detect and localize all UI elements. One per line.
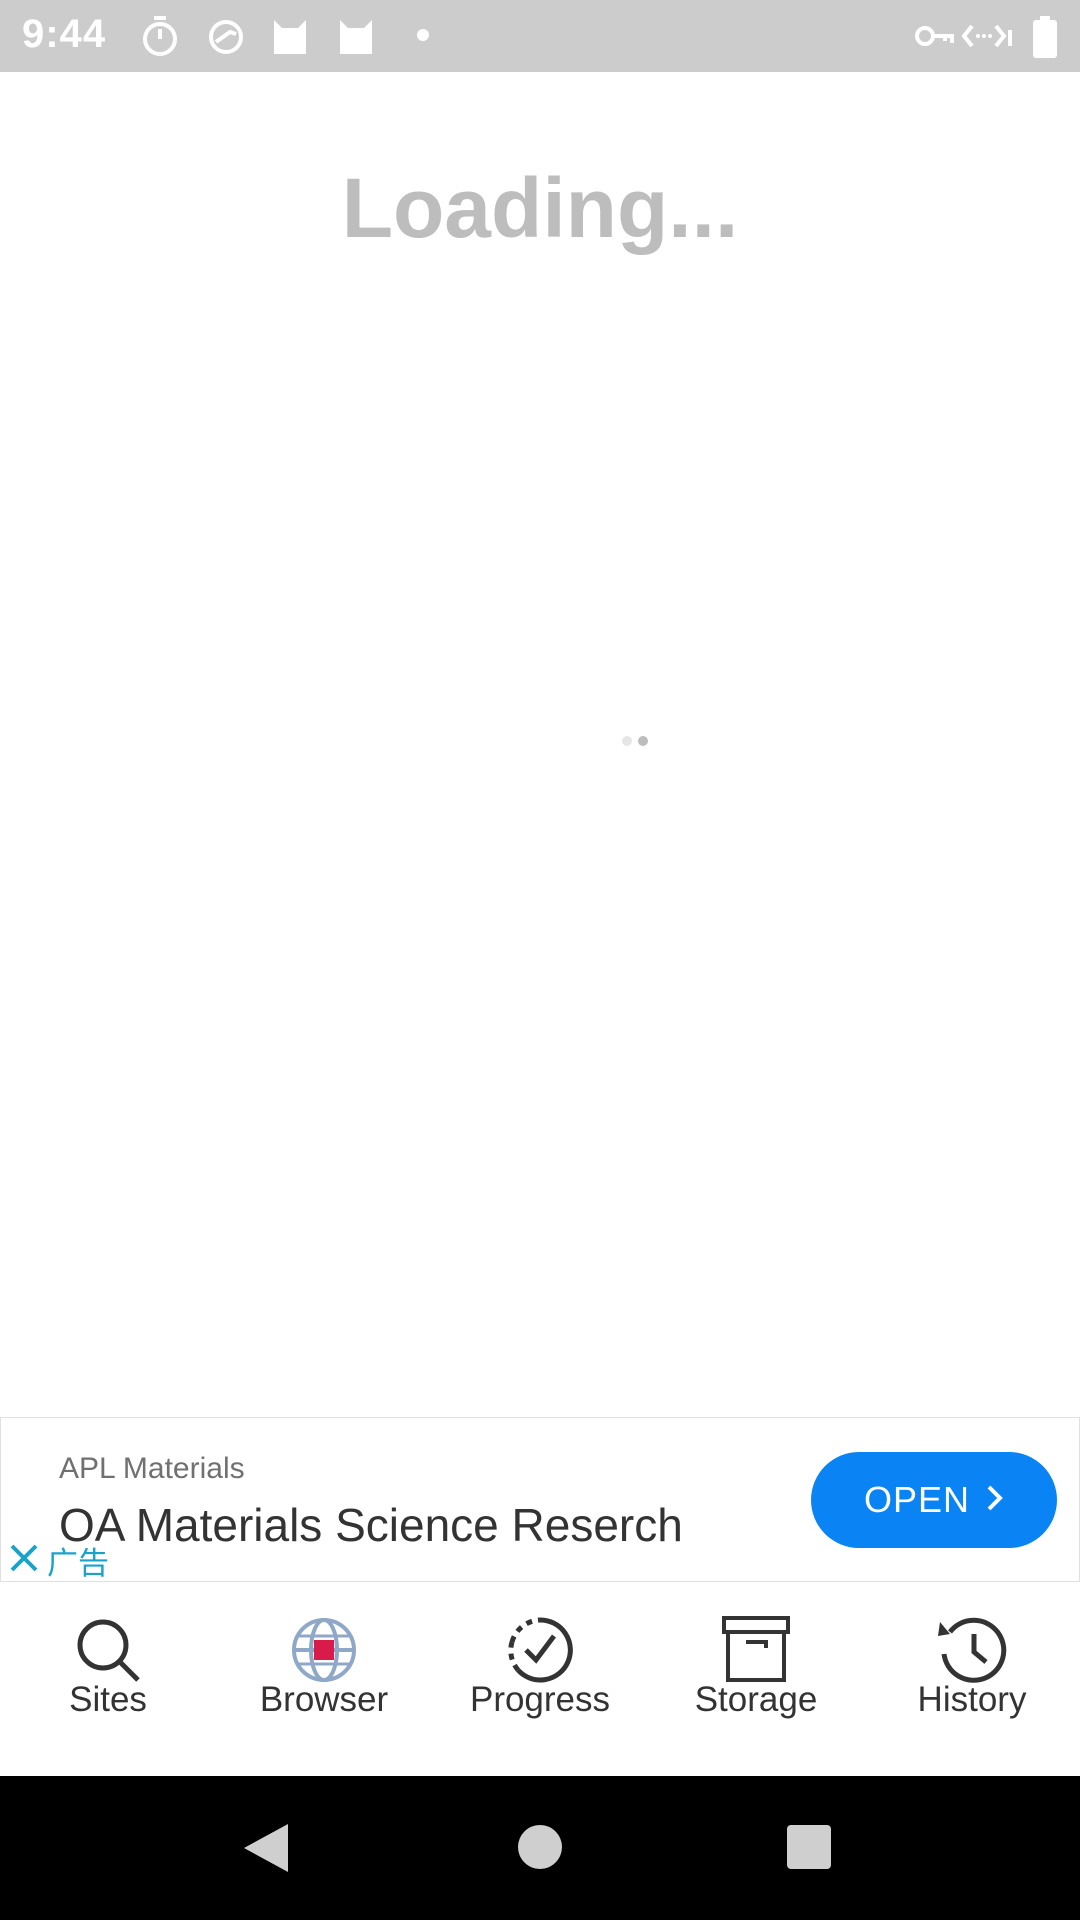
ad-open-button[interactable]: OPEN: [811, 1452, 1057, 1548]
globe-icon: [288, 1614, 360, 1686]
ad-open-label: OPEN: [863, 1479, 971, 1520]
nav-item-storage[interactable]: Storage: [648, 1582, 864, 1776]
ad-headline[interactable]: OA Materials Science Reserch: [59, 1498, 683, 1552]
home-button[interactable]: [517, 1824, 563, 1875]
nav-label-sites: Sites: [69, 1680, 147, 1719]
spinner-dot: [638, 736, 648, 746]
ad-close[interactable]: 广告: [7, 1538, 109, 1583]
recents-icon: [787, 1825, 831, 1869]
speedometer-icon: [206, 14, 246, 63]
cat-icon: [270, 14, 310, 63]
nav-item-history[interactable]: History: [864, 1582, 1080, 1776]
status-bar: 9:44: [0, 0, 1080, 72]
bottom-navigation: Sites Browser Progress Storage History: [0, 1582, 1080, 1776]
chevron-right-icon: [986, 1479, 1004, 1521]
cat-icon: [336, 14, 376, 63]
close-icon[interactable]: [7, 1541, 41, 1580]
status-time: 9:44: [22, 12, 107, 56]
recents-button[interactable]: [786, 1824, 832, 1875]
dot-icon: [416, 28, 430, 47]
progress-check-icon: [504, 1614, 576, 1686]
spinner-dot: [622, 736, 632, 746]
ad-banner[interactable]: APL Materials OA Materials Science Reser…: [0, 1417, 1080, 1582]
nav-item-browser[interactable]: Browser: [216, 1582, 432, 1776]
back-button[interactable]: [242, 1822, 290, 1879]
archive-box-icon: [720, 1614, 792, 1686]
nav-item-sites[interactable]: Sites: [0, 1582, 216, 1776]
home-icon: [518, 1825, 562, 1869]
nav-label-progress: Progress: [469, 1680, 611, 1719]
data-transfer-icon: [961, 16, 1014, 61]
loading-spinner: [620, 734, 650, 748]
nav-label-history: History: [917, 1680, 1027, 1719]
search-icon: [72, 1614, 144, 1686]
history-icon: [936, 1614, 1008, 1686]
nav-label-browser: Browser: [259, 1680, 389, 1719]
vpn-key-icon: [914, 16, 954, 61]
ad-advertiser: APL Materials: [59, 1452, 245, 1485]
timer-icon: [140, 14, 180, 63]
nav-item-progress[interactable]: Progress: [432, 1582, 648, 1776]
system-navigation-bar: [0, 1776, 1080, 1920]
battery-icon: [1032, 16, 1058, 63]
ad-label: 广告: [47, 1546, 109, 1581]
nav-label-storage: Storage: [694, 1680, 818, 1719]
loading-title: Loading...: [341, 161, 739, 255]
back-icon: [244, 1824, 288, 1872]
